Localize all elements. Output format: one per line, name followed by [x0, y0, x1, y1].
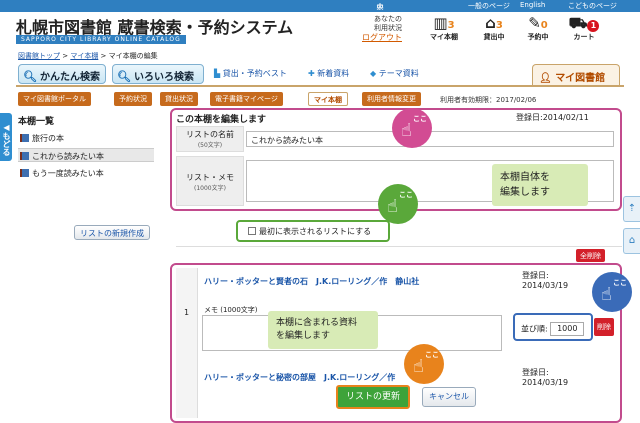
item-registered-date: 登録日: 2014/03/19	[522, 271, 569, 290]
item-memo-label: メモ (1000文字)	[204, 306, 258, 314]
general-page-link[interactable]: 一般のページ	[468, 1, 510, 11]
subtab-user-info[interactable]: 利用者情報変更	[362, 92, 421, 106]
sort-order-input[interactable]: 1000	[550, 322, 585, 336]
cart-icon: ⛟	[568, 14, 588, 32]
scroll-top-button[interactable]: ⇡	[623, 196, 640, 222]
nav-new-items-link[interactable]: ✚ 新着資料	[308, 68, 349, 79]
breadcrumb-current: マイ本棚の編集	[108, 52, 158, 60]
search-icon: 🔍︎	[117, 70, 131, 83]
chevron-left-icon: ◀	[2, 122, 11, 132]
update-list-button[interactable]: リストの更新	[336, 385, 410, 409]
item-title-link[interactable]: ハリー・ポッターと秘密の部屋 J.K.ローリング／作	[204, 372, 395, 383]
house-icon: ⌂	[485, 14, 496, 32]
arrow-up-icon: ⇡	[627, 203, 637, 214]
list-memo-label: リスト・メモ (1000文字)	[176, 156, 244, 206]
bookmark-icon: ▙	[214, 69, 221, 78]
expiry-date: 利用者有効期限：2017/02/06	[440, 96, 537, 104]
sidebar-item-read-again[interactable]: もう一度読みたい本	[18, 166, 154, 180]
usage-status: あなたの 利用状況 ログアウト	[362, 15, 402, 42]
pencil-icon: ✎	[528, 14, 541, 32]
koko-pointer-blue: ここ ☝	[592, 272, 632, 312]
cart-button[interactable]: ⛟ 1 カート	[564, 14, 604, 48]
book-icon	[20, 169, 29, 177]
nav-best-link[interactable]: ▙ 貸出・予約ベスト	[214, 68, 287, 79]
reserved-button[interactable]: ✎0 予約中	[518, 14, 558, 48]
borrowed-button[interactable]: ⌂3 貸出中	[474, 14, 514, 48]
tag-icon: ◆	[370, 69, 377, 78]
list-name-label: リストの名前 (50文字)	[176, 126, 244, 152]
book-icon	[20, 134, 29, 142]
hand-pointer-icon: ☝	[601, 284, 612, 305]
kids-page-link[interactable]: こどものページ	[568, 1, 617, 11]
subtab-portal[interactable]: マイ図書館ポータル	[18, 92, 91, 106]
sidebar-item-travel[interactable]: 旅行の本	[18, 131, 154, 145]
user-icon: 👤︎	[539, 73, 552, 84]
bookshelf-icon: ▥	[433, 14, 448, 32]
subtab-my-bookshelf[interactable]: マイ本棚	[308, 92, 348, 106]
font-size-small[interactable]: 小	[372, 2, 388, 12]
my-bookshelf-button[interactable]: ▥3 マイ本棚	[424, 14, 464, 48]
edit-heading: この本棚を編集します	[176, 115, 267, 125]
annotation-edit-shelf: 本棚自体を 編集します	[492, 164, 588, 206]
cancel-button[interactable]: キャンセル	[422, 387, 476, 407]
koko-pointer-green: ここ ☝	[378, 184, 418, 224]
back-button[interactable]: ◀もどる	[0, 113, 12, 161]
subtab-reservations[interactable]: 予約状況	[114, 92, 152, 106]
header-divider	[16, 85, 624, 87]
new-icon: ✚	[308, 69, 315, 78]
hand-pointer-icon: ☝	[401, 120, 412, 141]
shelf-registered-date: 登録日:2014/02/11	[516, 113, 589, 122]
site-subtitle: SAPPORO CITY LIBRARY ONLINE CATALOG	[16, 35, 186, 44]
nav-theme-link[interactable]: ◆ テーマ資料	[370, 68, 419, 79]
breadcrumb-my-bookshelf[interactable]: マイ本棚	[70, 52, 98, 60]
bookshelf-list-heading: 本棚一覧	[18, 117, 55, 127]
cart-count-badge: 1	[587, 20, 600, 32]
logout-link[interactable]: ログアウト	[362, 33, 402, 42]
subtab-loans[interactable]: 貸出状況	[160, 92, 198, 106]
book-icon	[20, 152, 29, 160]
hand-pointer-icon: ☝	[387, 196, 398, 217]
item-registered-date: 登録日: 2014/03/19	[522, 368, 569, 387]
home-icon: ⌂	[628, 235, 636, 246]
sort-order-field: 並び順: 1000	[513, 313, 593, 341]
tab-advanced-search[interactable]: 🔍︎ いろいろ検索	[112, 64, 204, 84]
breadcrumb: 図書館トップ > マイ本棚 > マイ本棚の編集	[18, 52, 158, 60]
tab-simple-search[interactable]: 🔍︎ かんたん検索	[18, 64, 106, 84]
sidebar-item-want-to-read[interactable]: これから読みたい本	[18, 148, 154, 162]
breadcrumb-library-top[interactable]: 図書館トップ	[18, 52, 60, 60]
search-icon: 🔍︎	[23, 70, 37, 83]
new-list-button[interactable]: リストの新規作成	[74, 225, 150, 240]
top-bar: 大中小 一般のページ English こどものページ	[0, 0, 640, 12]
delete-item-button[interactable]: 削除	[594, 318, 614, 336]
item-number: 1	[176, 268, 198, 418]
item-title-link[interactable]: ハリー・ポッターと賢者の石 J.K.ローリング／作 静山社	[204, 276, 419, 287]
subtab-ebook[interactable]: 電子書籍マイページ	[210, 92, 283, 106]
english-link[interactable]: English	[520, 1, 545, 9]
annotation-edit-items: 本棚に含まれる資料 を編集します	[268, 311, 378, 349]
default-list-checkbox[interactable]: 最初に表示されるリストにする	[236, 220, 390, 242]
section-divider	[176, 246, 622, 247]
home-button[interactable]: ⌂	[623, 228, 640, 254]
koko-pointer-orange: ここ ☝	[404, 344, 444, 384]
delete-all-button[interactable]: 全削除	[576, 249, 605, 262]
hand-pointer-icon: ☝	[413, 356, 424, 377]
checkbox-icon[interactable]	[248, 227, 256, 235]
tab-my-library[interactable]: 👤︎ マイ図書館	[532, 64, 620, 86]
koko-pointer-pink: ここ ☝	[392, 108, 432, 148]
